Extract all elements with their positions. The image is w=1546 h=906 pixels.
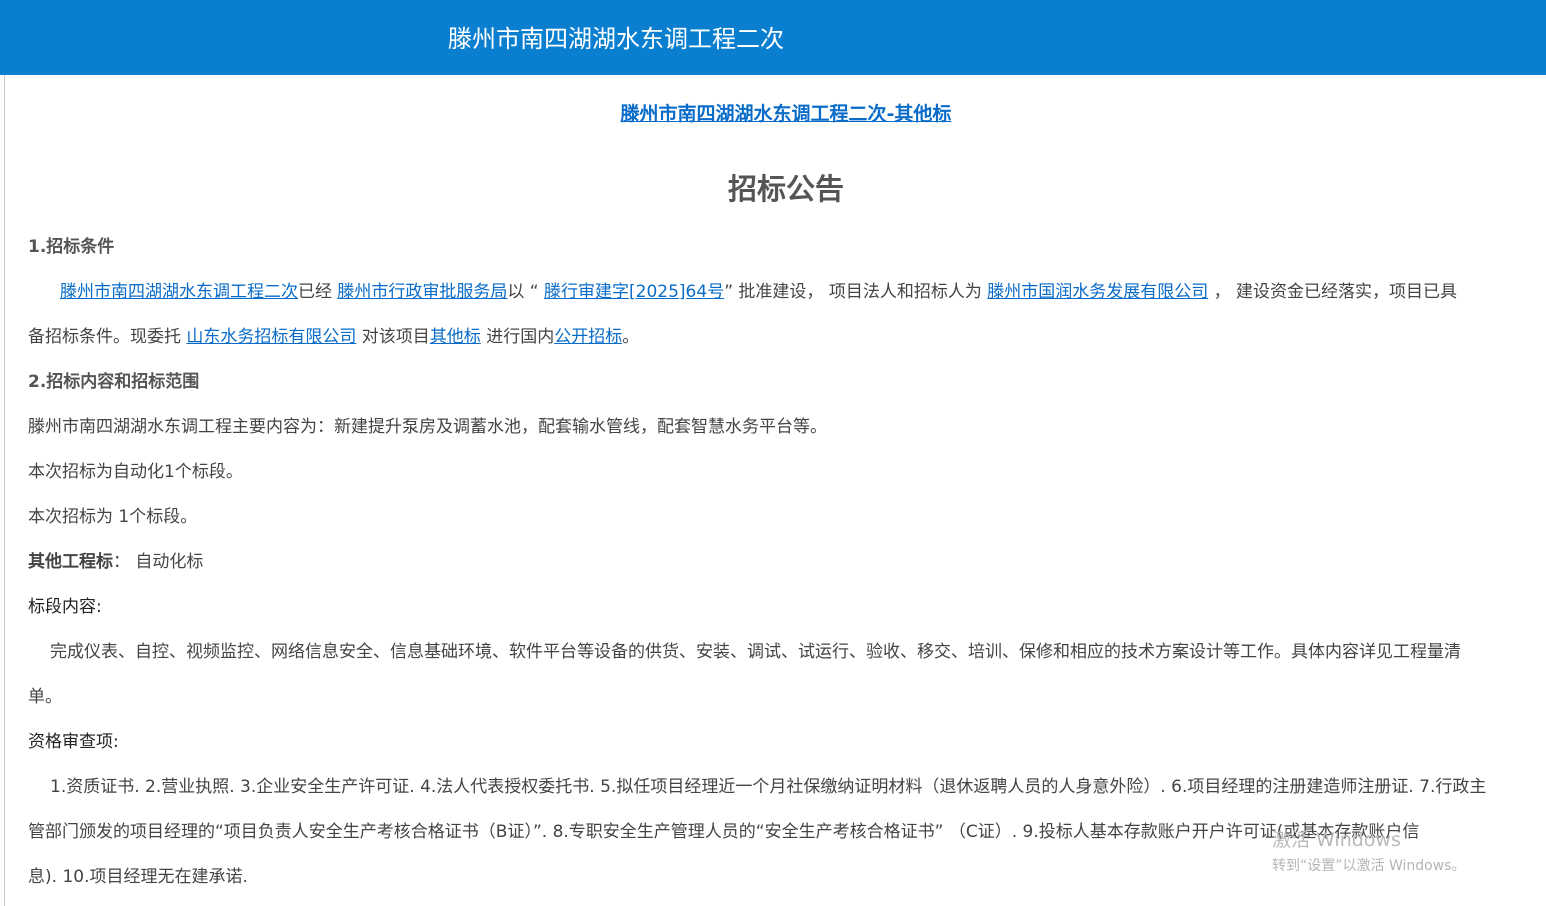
bid-conditions-line-2: 备招标条件。现委托 山东水务招标有限公司 对该项目其他标 进行国内公开招标。 [28, 315, 1546, 360]
project-title-row: 滕州市南四湖湖水东调工程二次-其他标 [0, 99, 1546, 129]
page-title: 招标公告 [727, 172, 844, 206]
bid-section-link[interactable]: 其他标 [430, 327, 481, 347]
section-heading-bid-scope: 2.招标内容和招标范围 [28, 372, 200, 392]
bid-method-link[interactable]: 公开招标 [554, 327, 622, 347]
approval-doc-link[interactable]: 滕行审建字[2025]64号 [544, 282, 724, 302]
scope-paragraph-1: 滕州市南四湖湖水东调工程主要内容为：新建提升泵房及调蓄水池，配套输水管线，配套智… [28, 417, 827, 437]
owner-link[interactable]: 滕州市国润水务发展有限公司 [987, 282, 1208, 302]
text: 进行国内 [480, 327, 555, 347]
agency-link[interactable]: 山东水务招标有限公司 [186, 327, 356, 347]
text: 。 [622, 327, 640, 347]
scope-content-line-1: 完成仪表、自控、视频监控、网络信息安全、信息基础环境、软件平台等设备的供货、安装… [50, 642, 1461, 662]
text: 备招标条件。现委托 [28, 327, 187, 347]
scope-label: 标段内容: [28, 597, 102, 617]
qualification-line-1: 1.资质证书. 2.营业执照. 3.企业安全生产许可证. 4.法人代表授权委托书… [50, 777, 1487, 797]
header-title: 滕州市南四湖湖水东调工程二次 [448, 25, 784, 53]
top-header-bar: 滕州市南四湖湖水东调工程二次 [0, 0, 1546, 75]
scope-content-line-2: 单。 [28, 687, 62, 707]
other-engineering-row: 其他工程标： 自动化标 [28, 540, 1546, 585]
scope-paragraph-2: 本次招标为自动化1个标段。 [28, 462, 243, 482]
text: ， 建设资金已经落实，项目已具 [1208, 282, 1458, 302]
activation-watermark-title: 激活 Windows [1272, 829, 1401, 851]
other-engineering-label: 其他工程标 [28, 552, 113, 572]
activation-watermark-subtitle: 转到“设置”以激活 Windows。 [1272, 858, 1466, 874]
approver-link[interactable]: 滕州市行政审批服务局 [337, 282, 507, 302]
text: ” 批准建设， 项目法人和招标人为 [724, 282, 988, 302]
announcement-content: 1.招标条件 滕州市南四湖湖水东调工程二次已经 滕州市行政审批服务局以 “ 滕行… [28, 225, 1546, 900]
section-heading-bid-conditions: 1.招标条件 [28, 237, 115, 257]
other-engineering-value: ： 自动化标 [113, 552, 204, 572]
bid-conditions-line-1: 滕州市南四湖湖水东调工程二次已经 滕州市行政审批服务局以 “ 滕行审建字[202… [28, 270, 1546, 315]
text: 对该项目 [356, 327, 430, 347]
qualification-label: 资格审查项: [28, 732, 119, 752]
project-name-link[interactable]: 滕州市南四湖湖水东调工程二次 [60, 282, 298, 302]
text: 已经 [298, 282, 338, 302]
project-title-link[interactable]: 滕州市南四湖湖水东调工程二次-其他标 [621, 103, 952, 125]
scope-paragraph-3: 本次招标为 1个标段。 [28, 507, 198, 527]
text: 以 “ [507, 282, 545, 302]
